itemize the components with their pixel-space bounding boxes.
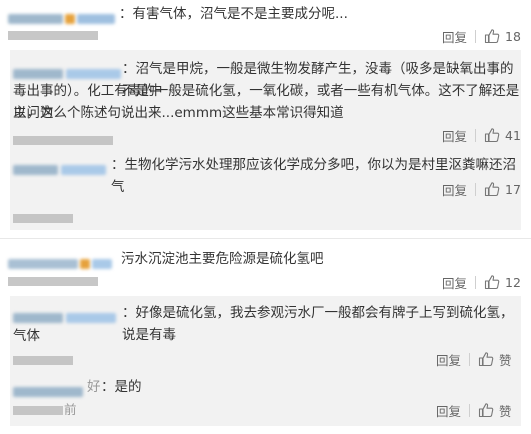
thumbs-up-icon[interactable] xyxy=(484,181,500,197)
thumbs-up-icon[interactable] xyxy=(478,402,494,418)
like-button-label[interactable]: 赞 xyxy=(499,401,515,420)
divider-bar xyxy=(475,275,476,289)
divider-bar xyxy=(475,128,476,142)
username-blurred[interactable] xyxy=(13,381,95,397)
thumbs-up-icon[interactable] xyxy=(484,127,500,143)
comment-text: ：有害气体，沼气是不是主要成分呢... xyxy=(119,6,348,22)
reply-button[interactable]: 回复 xyxy=(436,350,461,369)
reply-button[interactable]: 回复 xyxy=(436,401,461,420)
username-blurred[interactable] xyxy=(13,307,123,323)
like-count: 41 xyxy=(505,127,521,143)
reply-actions: 回复 41 xyxy=(442,124,521,146)
reply-button[interactable]: 回复 xyxy=(442,273,467,292)
like-button-label[interactable]: 赞 xyxy=(499,350,515,369)
comment-timestamp-blurred xyxy=(8,277,98,286)
reply-button[interactable]: 回复 xyxy=(442,126,467,145)
like-count: 17 xyxy=(505,181,521,197)
reply-item: ：好像是硫化氢，我去参观污水厂一般都会有牌子上写到硫化氢，说是有毒 气体 回复 … xyxy=(10,296,521,370)
username-blurred[interactable] xyxy=(8,253,120,269)
divider-bar xyxy=(475,182,476,196)
like-count: 18 xyxy=(505,28,521,44)
thumbs-up-icon[interactable] xyxy=(484,274,500,290)
reply-timestamp-blurred xyxy=(13,136,113,145)
comment-actions: 回复 18 xyxy=(442,25,521,47)
reply-item: ：生物化学污水处理那应该化学成分多吧，你以为是村里沤粪嘛还沼气 回复 17 xyxy=(10,150,521,230)
divider-bar xyxy=(469,352,470,366)
reply-text-line-2: 气体 xyxy=(13,328,40,344)
reply-list: ：沼气是甲烷，一般是微生物发酵产生，没毒（吸多是缺氧出事的不是中 毒出事的）。化… xyxy=(10,50,521,230)
reply-timestamp-tail: 前 xyxy=(64,402,77,417)
reply-timestamp-blurred xyxy=(13,214,73,223)
reply-item: 好 ：是的 前 回复 赞 xyxy=(10,370,521,426)
like-count: 12 xyxy=(505,274,521,290)
username-blurred[interactable] xyxy=(13,63,128,79)
comment-text: 污水沉淀池主要危险源是硫化氢吧 xyxy=(121,251,324,267)
username-tail: 好 xyxy=(87,379,101,395)
reply-button[interactable]: 回复 xyxy=(442,27,467,46)
reply-text-line-3: 主，这么个陈述句说出来...emmm这些基本常识得知道 xyxy=(13,105,344,121)
reply-button[interactable]: 回复 xyxy=(442,180,467,199)
comment-timestamp-blurred xyxy=(8,31,98,40)
comment-item: 污水沉淀池主要危险源是硫化氢吧 回复 12 xyxy=(0,238,531,296)
reply-actions: 回复 赞 xyxy=(436,399,515,421)
reply-actions: 回复 赞 xyxy=(436,348,515,370)
reply-text-line-1: ：好像是硫化氢，我去参观污水厂一般都会有牌子上写到硫化氢，说是有毒 xyxy=(122,305,514,343)
reply-timestamp-blurred xyxy=(13,406,63,415)
reply-text: ：是的 xyxy=(101,379,142,395)
thumbs-up-icon[interactable] xyxy=(484,28,500,44)
divider-bar xyxy=(475,29,476,43)
username-blurred[interactable] xyxy=(8,8,118,24)
reply-timestamp-blurred xyxy=(13,356,73,365)
reply-actions: 回复 17 xyxy=(442,178,521,200)
reply-list: ：好像是硫化氢，我去参观污水厂一般都会有牌子上写到硫化氢，说是有毒 气体 回复 … xyxy=(10,296,521,426)
reply-item: ：沼气是甲烷，一般是微生物发酵产生，没毒（吸多是缺氧出事的不是中 毒出事的）。化… xyxy=(10,50,521,150)
divider-bar xyxy=(469,403,470,417)
username-blurred[interactable] xyxy=(13,159,108,175)
comment-actions: 回复 12 xyxy=(442,271,521,293)
thumbs-up-icon[interactable] xyxy=(478,351,494,367)
